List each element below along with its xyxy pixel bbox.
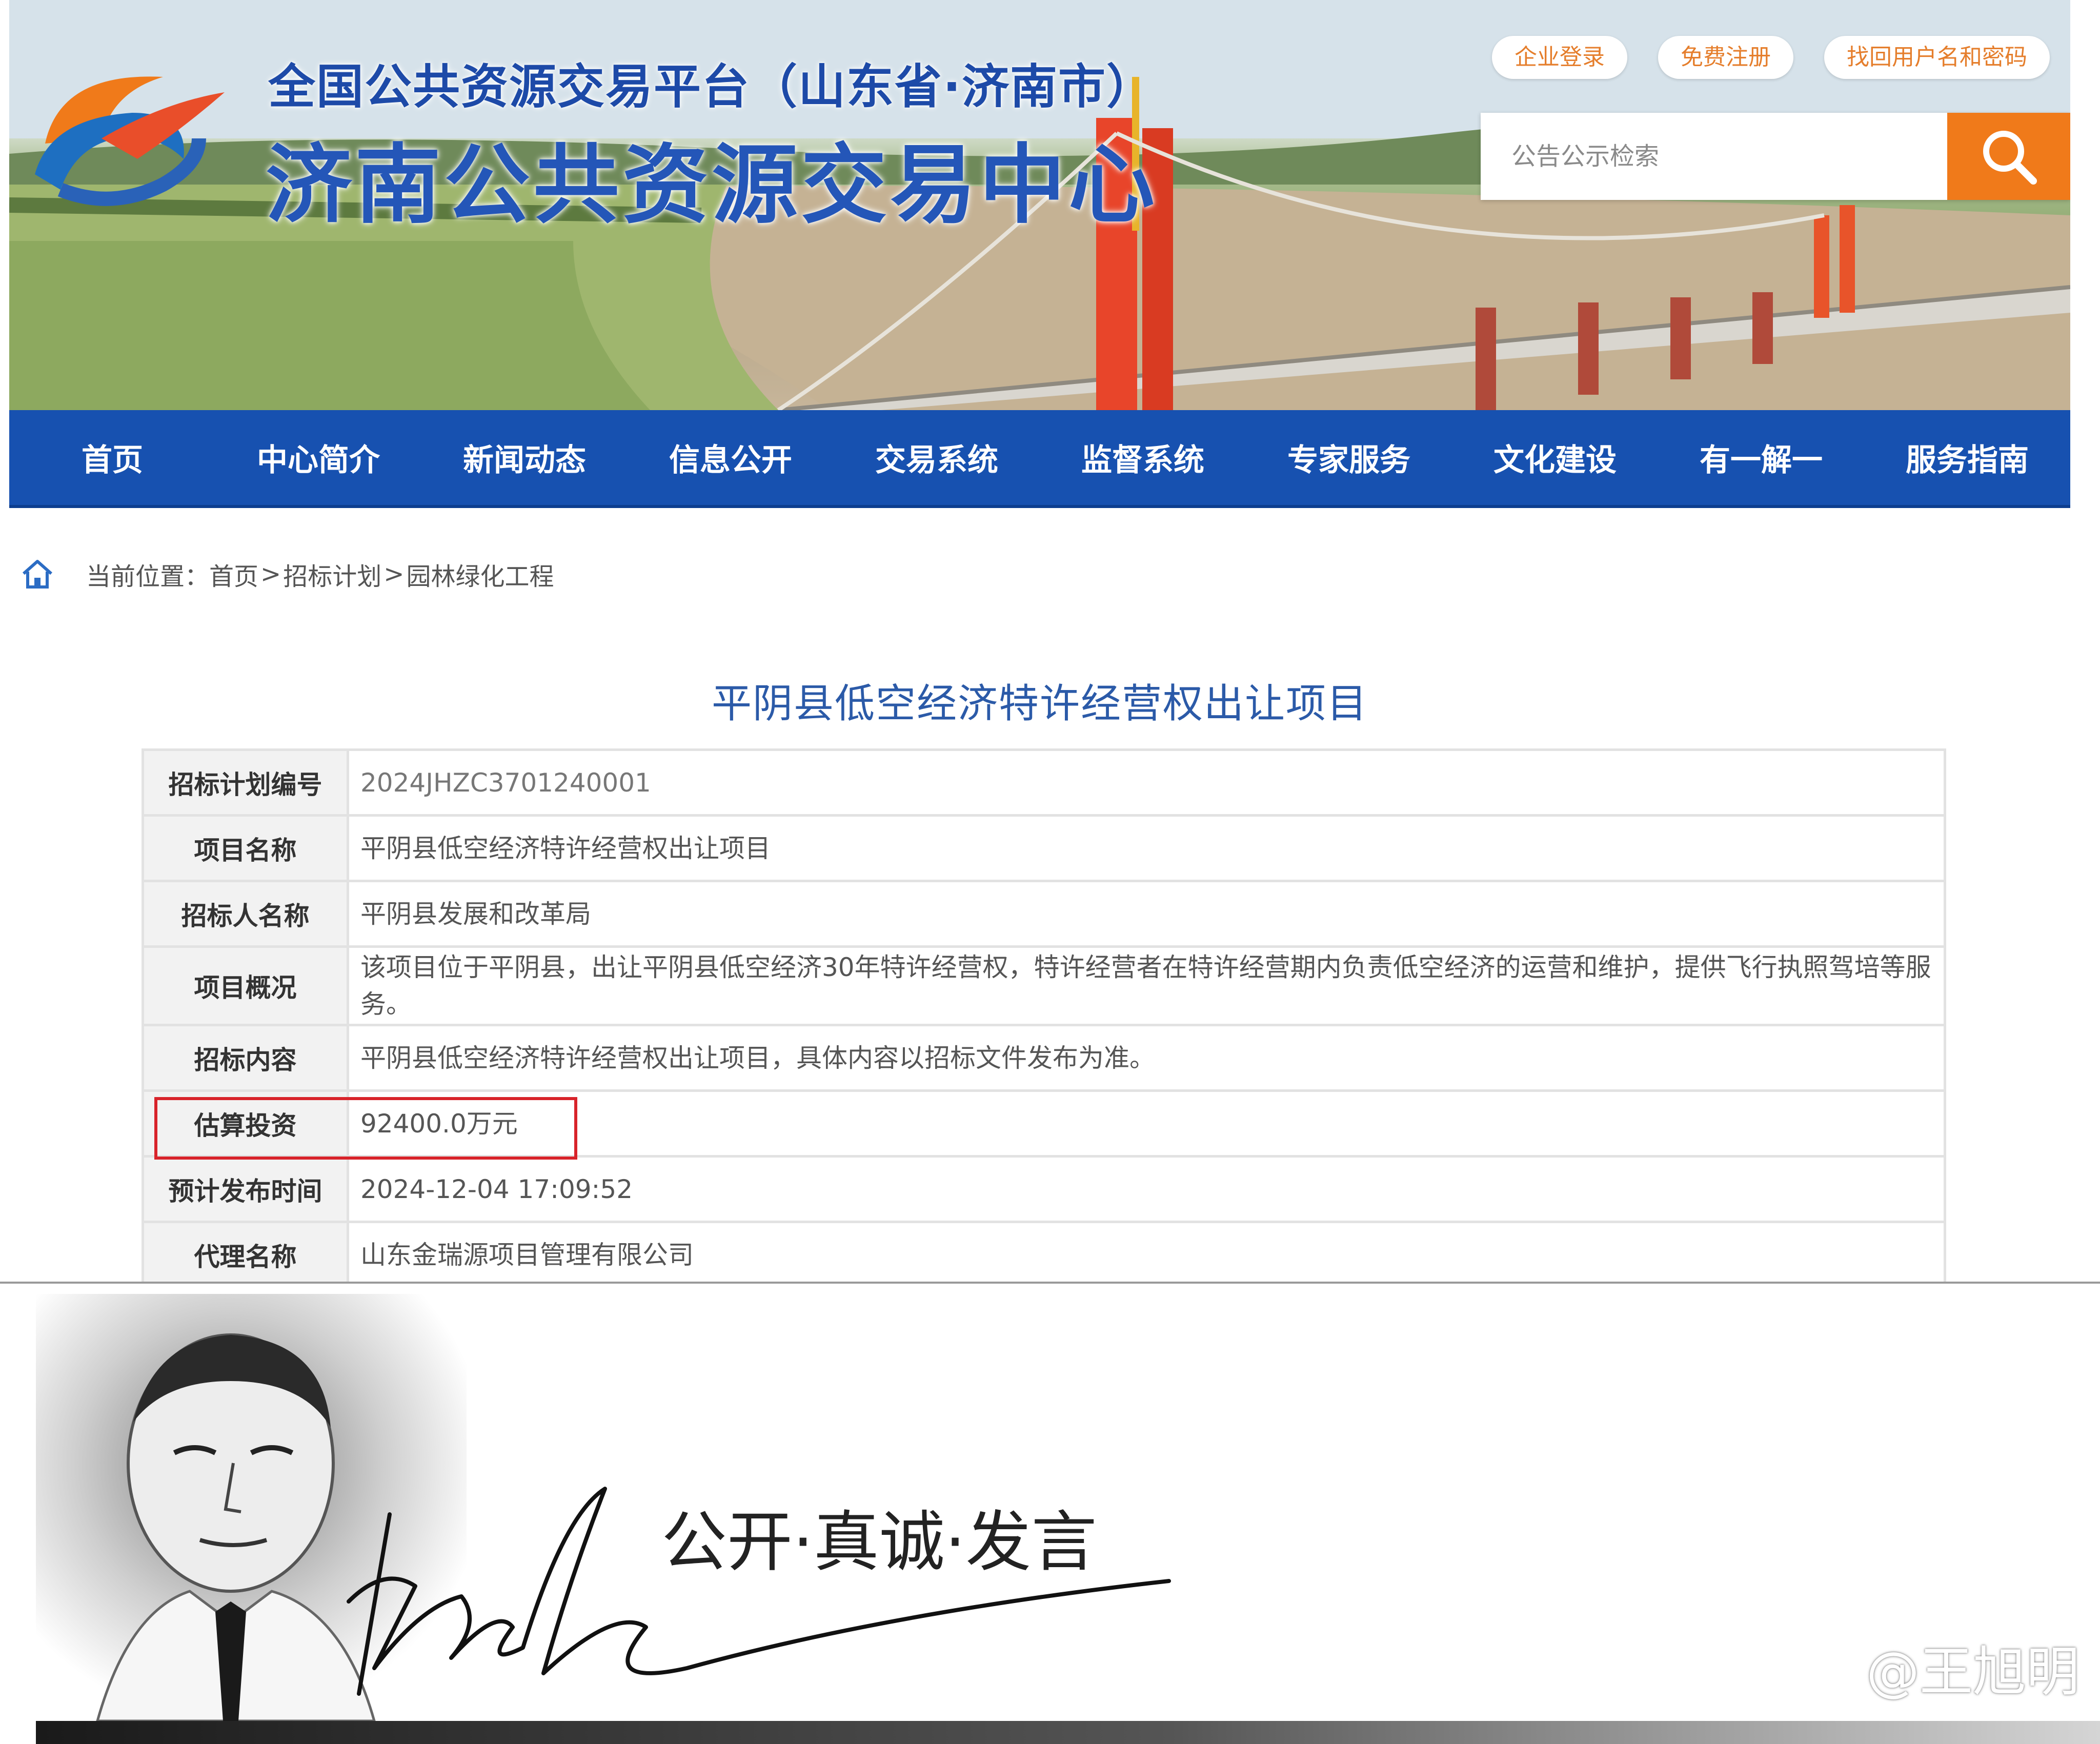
home-icon[interactable] [19,556,55,592]
platform-title: 全国公共资源交易平台（山东省·济南市） [268,59,1155,114]
top-links: 企业登录 免费注册 找回用户名和密码 [1492,36,2050,79]
field-label: 招标内容 [142,1024,349,1092]
table-row: 估算投资 92400.0万元 [142,1089,1946,1158]
breadcrumb-separator: > [383,560,405,589]
table-row: 招标内容 平阴县低空经济特许经营权出让项目，具体内容以招标文件发布为准。 [142,1024,1946,1092]
field-value: 该项目位于平阴县，出让平阴县低空经济30年特许经营权，特许经营者在特许经营期内负… [347,945,1946,1026]
field-label: 项目名称 [142,814,349,882]
field-value: 2024JHZC3701240001 [347,748,1946,817]
breadcrumb-separator: > [260,560,281,589]
nav-item-supervision[interactable]: 监督系统 [1040,435,1246,480]
table-row: 项目概况 该项目位于平阴县，出让平阴县低空经济30年特许经营权，特许经营者在特许… [142,945,1946,1026]
search-icon [1983,131,2037,185]
table-row: 预计发布时间 2024-12-04 17:09:52 [142,1155,1946,1223]
weibo-watermark: @王旭明 [1796,1628,2079,1706]
breadcrumb-landscape[interactable]: 园林绿化工程 [406,556,554,592]
field-value: 山东金瑞源项目管理有限公司 [347,1221,1946,1289]
nav-item-trading-system[interactable]: 交易系统 [834,435,1040,480]
table-row: 代理名称 山东金瑞源项目管理有限公司 [142,1221,1946,1289]
nav-item-qa[interactable]: 有一解一 [1658,435,1864,480]
nav-item-home[interactable]: 首页 [9,435,215,480]
field-label: 招标人名称 [142,880,349,948]
field-value: 平阴县低空经济特许经营权出让项目，具体内容以招标文件发布为准。 [347,1024,1946,1092]
table-row: 招标计划编号 2024JHZC3701240001 [142,748,1946,817]
project-detail-table: 招标计划编号 2024JHZC3701240001 项目名称 平阴县低空经济特许… [142,748,1946,1289]
slogan: 公开·真诚·发言 [661,1504,1097,1580]
weibo-logo-icon [1798,1646,1856,1691]
page-title: 平阴县低空经济特许经营权出让项目 [711,681,1368,727]
field-label: 预计发布时间 [142,1155,349,1223]
nav-item-expert-service[interactable]: 专家服务 [1246,435,1452,480]
signature-banner: 公开·真诚·发言 @王旭明 [0,1284,2100,1744]
field-label: 估算投资 [142,1089,349,1158]
search-button[interactable] [1947,113,2070,200]
breadcrumb-home[interactable]: 首页 [209,556,258,592]
nav-item-guide[interactable]: 服务指南 [1864,435,2070,480]
nav-item-about[interactable]: 中心简介 [215,435,421,480]
field-value: 平阴县发展和改革局 [347,880,1946,948]
field-value: 92400.0万元 [347,1089,1946,1158]
main-nav: 首页 中心简介 新闻动态 信息公开 交易系统 监督系统 专家服务 文化建设 有一… [9,410,2070,508]
enterprise-login-link[interactable]: 企业登录 [1492,36,1627,79]
center-title: 济南公共资源交易中心 [266,135,1158,235]
field-value: 2024-12-04 17:09:52 [347,1155,1946,1223]
nav-item-news[interactable]: 新闻动态 [421,435,628,480]
table-row: 项目名称 平阴县低空经济特许经营权出让项目 [142,814,1946,882]
search-box [1481,113,2070,200]
field-label: 招标计划编号 [142,748,349,817]
nav-item-culture[interactable]: 文化建设 [1452,435,1658,480]
field-label: 代理名称 [142,1221,349,1289]
search-input[interactable] [1481,113,1947,200]
site-logo [35,76,225,206]
field-value: 平阴县低空经济特许经营权出让项目 [347,814,1946,882]
nav-item-disclosure[interactable]: 信息公开 [628,435,834,480]
recover-account-link[interactable]: 找回用户名和密码 [1824,36,2050,79]
weibo-username: @王旭明 [1866,1640,2079,1703]
table-row: 招标人名称 平阴县发展和改革局 [142,880,1946,948]
breadcrumb-prefix: 当前位置： [86,562,210,591]
field-label: 项目概况 [142,945,349,1026]
breadcrumb: 当前位置： 首页 > 招标计划 > 园林绿化工程 [19,556,554,592]
breadcrumb-bid-plan[interactable]: 招标计划 [283,556,381,592]
gradient-bar [36,1721,2100,1744]
header-banner: 全国公共资源交易平台（山东省·济南市） 济南公共资源交易中心 企业登录 免费注册… [9,0,2070,410]
free-register-link[interactable]: 免费注册 [1658,36,1793,79]
